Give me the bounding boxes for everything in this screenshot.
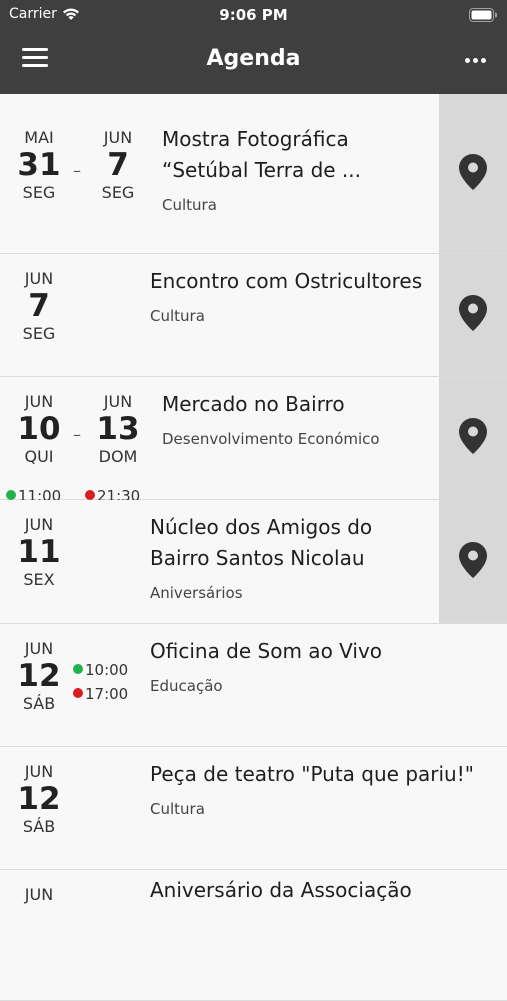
end-month: JUN xyxy=(103,392,133,411)
map-pin-icon xyxy=(458,294,488,336)
start-day: 12 xyxy=(17,658,61,694)
start-day: 11 xyxy=(17,534,61,570)
event-category: Desenvolvimento Económico xyxy=(162,430,380,448)
agenda-event-row[interactable]: JUN Aniversário da Associação xyxy=(0,870,507,1001)
start-month: MAI xyxy=(24,128,54,147)
event-category: Aniversários xyxy=(150,584,243,602)
agenda-event-row[interactable]: MAI 31 SEG – JUN 7 SEG Mostra Fotográfica “Setúb… xyxy=(0,94,507,254)
start-date: JUN 12 SÁB xyxy=(14,762,64,836)
start-date: JUN 12 SÁB xyxy=(14,639,64,713)
event-info: Encontro com Ostricultores Cultura xyxy=(150,266,422,325)
end-month: JUN xyxy=(103,128,133,147)
event-title-line: Mostra Fotográfica xyxy=(162,127,349,151)
map-pin-icon xyxy=(458,153,488,195)
start-month: JUN xyxy=(24,392,54,411)
event-title-line: Encontro com Ostricultores xyxy=(150,269,423,293)
end-weekday: SEG xyxy=(101,183,135,202)
event-category: Cultura xyxy=(150,800,205,818)
event-info: Oficina de Som ao Vivo Educação xyxy=(150,636,382,695)
start-month: JUN xyxy=(24,515,54,534)
agenda-event-row[interactable]: JUN 7 SEG Encontro com Ostricultores Cultura xyxy=(0,254,507,377)
event-title-line: Núcleo dos Amigos do xyxy=(150,515,373,539)
event-title-line: Oficina de Som ao Vivo xyxy=(150,639,383,663)
start-time-dot xyxy=(73,663,83,674)
start-month: JUN xyxy=(24,639,54,658)
end-time: 17:00 xyxy=(73,685,128,703)
page-title: Agenda xyxy=(206,46,301,71)
start-weekday: QUI xyxy=(24,447,54,466)
start-weekday: SÁB xyxy=(22,817,56,836)
end-date: JUN 13 DOM xyxy=(93,392,143,466)
start-day: 31 xyxy=(17,147,61,183)
event-info: Aniversário da Associação xyxy=(150,875,412,906)
event-title-line: Bairro Santos Nicolau xyxy=(150,546,365,570)
event-info: Peça de teatro "Puta que pariu!" Cultura xyxy=(150,759,474,818)
start-month: JUN xyxy=(24,269,54,288)
start-date: JUN xyxy=(14,885,64,904)
end-time-label: 17:00 xyxy=(85,685,129,703)
end-date: JUN 7 SEG xyxy=(93,128,143,202)
event-info: Mostra Fotográfica “Setúbal Terra de ... C… xyxy=(162,124,361,214)
start-date: JUN 10 QUI xyxy=(14,392,64,466)
start-month: JUN xyxy=(24,885,54,904)
nav-bar: Agenda xyxy=(0,28,507,94)
location-button[interactable] xyxy=(439,94,507,253)
agenda-event-row[interactable]: JUN 11 SEX Núcleo dos Amigos do Bairro Santo… xyxy=(0,500,507,624)
status-bar: Carrier 9:06 PM xyxy=(0,0,507,28)
start-time-dot xyxy=(6,489,16,500)
event-title-line: Mercado no Bairro xyxy=(162,392,345,416)
agenda-event-row[interactable]: JUN 10 QUI 11:00– JUN 13 DOM 21:30 Mercado no Ba… xyxy=(0,377,507,505)
event-category: Cultura xyxy=(162,196,217,214)
start-date: MAI 31 SEG xyxy=(14,128,64,202)
agenda-event-row[interactable]: JUN 12 SÁB Peça de teatro "Puta que pariu!"… xyxy=(0,747,507,870)
start-time-label: 10:00 xyxy=(85,661,129,679)
start-day: 12 xyxy=(17,781,61,817)
end-time-dot xyxy=(85,489,95,500)
event-title-line: Aniversário da Associação xyxy=(150,878,412,902)
battery-icon xyxy=(469,7,498,26)
end-day: 13 xyxy=(96,411,140,447)
event-category: Cultura xyxy=(150,307,205,325)
map-pin-icon xyxy=(458,417,488,459)
event-title-line: Peça de teatro "Puta que pariu!" xyxy=(150,762,474,786)
start-weekday: SEX xyxy=(23,570,55,589)
start-day: 10 xyxy=(17,411,61,447)
event-category: Educação xyxy=(150,677,223,695)
end-day: 7 xyxy=(107,147,129,183)
event-info: Núcleo dos Amigos do Bairro Santos Nicola… xyxy=(150,512,372,602)
end-time-dot xyxy=(73,687,83,698)
map-pin-icon xyxy=(458,541,488,583)
agenda-event-row[interactable]: JUN 12 SÁB 10:00 17:00 Oficina de Som ao Vivo… xyxy=(0,624,507,747)
location-button[interactable] xyxy=(439,500,507,623)
start-weekday: SEG xyxy=(22,183,56,202)
start-date: JUN 7 SEG xyxy=(14,269,64,343)
start-date: JUN 11 SEX xyxy=(14,515,64,589)
start-day: 7 xyxy=(28,288,50,324)
more-options-icon[interactable] xyxy=(465,48,489,72)
date-range-dash: – xyxy=(73,161,81,180)
event-info: Mercado no Bairro Desenvolvimento Económi… xyxy=(162,389,380,448)
location-button[interactable] xyxy=(439,254,507,376)
start-time: 10:00 xyxy=(73,661,128,679)
date-range-dash: – xyxy=(73,425,81,444)
start-weekday: SEG xyxy=(22,324,56,343)
start-weekday: SÁB xyxy=(22,694,56,713)
end-weekday: DOM xyxy=(98,447,138,466)
event-title-line: “Setúbal Terra de ... xyxy=(162,158,362,182)
start-month: JUN xyxy=(24,762,54,781)
clock: 9:06 PM xyxy=(219,6,288,24)
location-button[interactable] xyxy=(439,377,507,499)
